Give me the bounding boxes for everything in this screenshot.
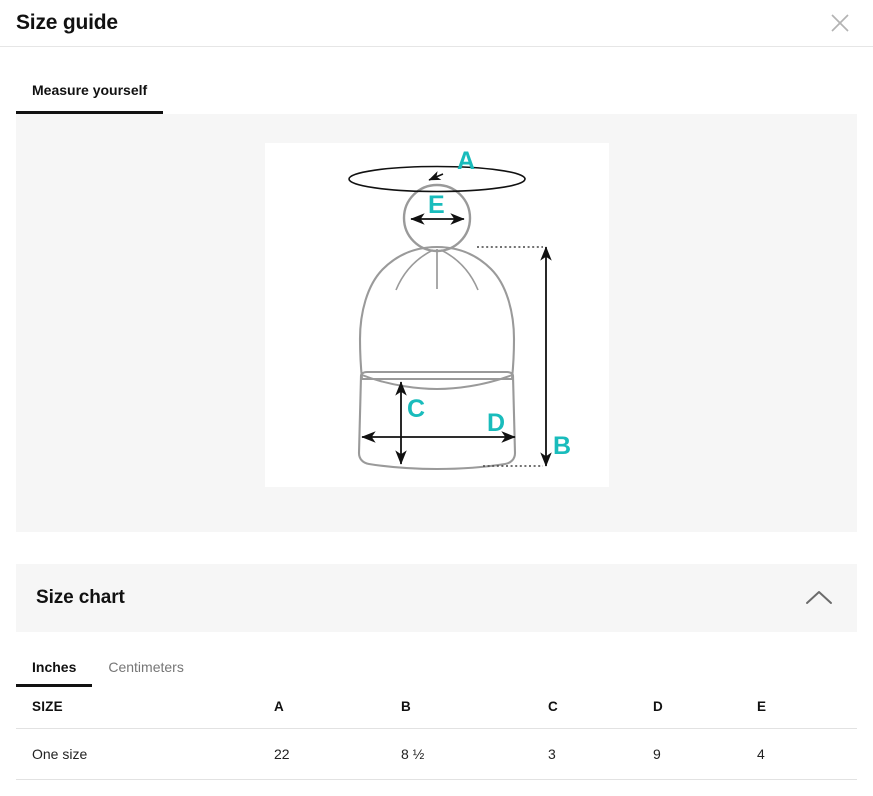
measurement-label-a: A: [457, 147, 475, 175]
table-row: One size 22 8 ½ 3 9 4: [16, 729, 857, 780]
cell-a: 22: [274, 729, 401, 780]
chevron-up-icon: [804, 588, 834, 608]
cell-size: One size: [16, 729, 274, 780]
diagram-panel: A E B C D: [16, 114, 857, 532]
column-header-d: D: [653, 687, 757, 729]
cell-c: 3: [548, 729, 653, 780]
cell-e: 4: [757, 729, 857, 780]
size-chart-title: Size chart: [36, 587, 125, 609]
size-chart-table: SIZE A B C D E One size 22 8 ½ 3 9 4: [16, 687, 857, 780]
table-header-row: SIZE A B C D E: [16, 687, 857, 729]
size-chart-section: Size chart Inches Centimeters SIZE A B C…: [16, 564, 857, 780]
size-chart-collapse-button[interactable]: [801, 580, 837, 616]
measurement-a-arrow: [429, 174, 443, 180]
page-title: Size guide: [16, 12, 118, 33]
beanie-measurement-diagram: A E B C D: [265, 143, 609, 487]
measurement-a-ellipse: [349, 167, 525, 192]
column-header-b: B: [401, 687, 548, 729]
measurement-label-e: E: [428, 191, 445, 219]
measurement-label-c: C: [407, 395, 425, 423]
close-icon: [829, 12, 851, 34]
unit-tabs: Inches Centimeters: [16, 632, 857, 687]
cell-b: 8 ½: [401, 729, 548, 780]
column-header-a: A: [274, 687, 401, 729]
column-header-size: SIZE: [16, 687, 274, 729]
tab-centimeters[interactable]: Centimeters: [92, 660, 199, 687]
hat-cuff-fold: [362, 375, 512, 389]
modal-header: Size guide: [0, 0, 873, 47]
column-header-c: C: [548, 687, 653, 729]
tab-measure-yourself[interactable]: Measure yourself: [16, 83, 163, 114]
close-button[interactable]: [823, 6, 857, 40]
measurement-label-b: B: [553, 432, 571, 460]
size-chart-accordion-header[interactable]: Size chart: [16, 564, 857, 632]
measurement-label-d: D: [487, 409, 505, 437]
column-header-e: E: [757, 687, 857, 729]
tab-inches[interactable]: Inches: [16, 660, 92, 687]
cell-d: 9: [653, 729, 757, 780]
measure-tabs: Measure yourself: [0, 47, 873, 114]
